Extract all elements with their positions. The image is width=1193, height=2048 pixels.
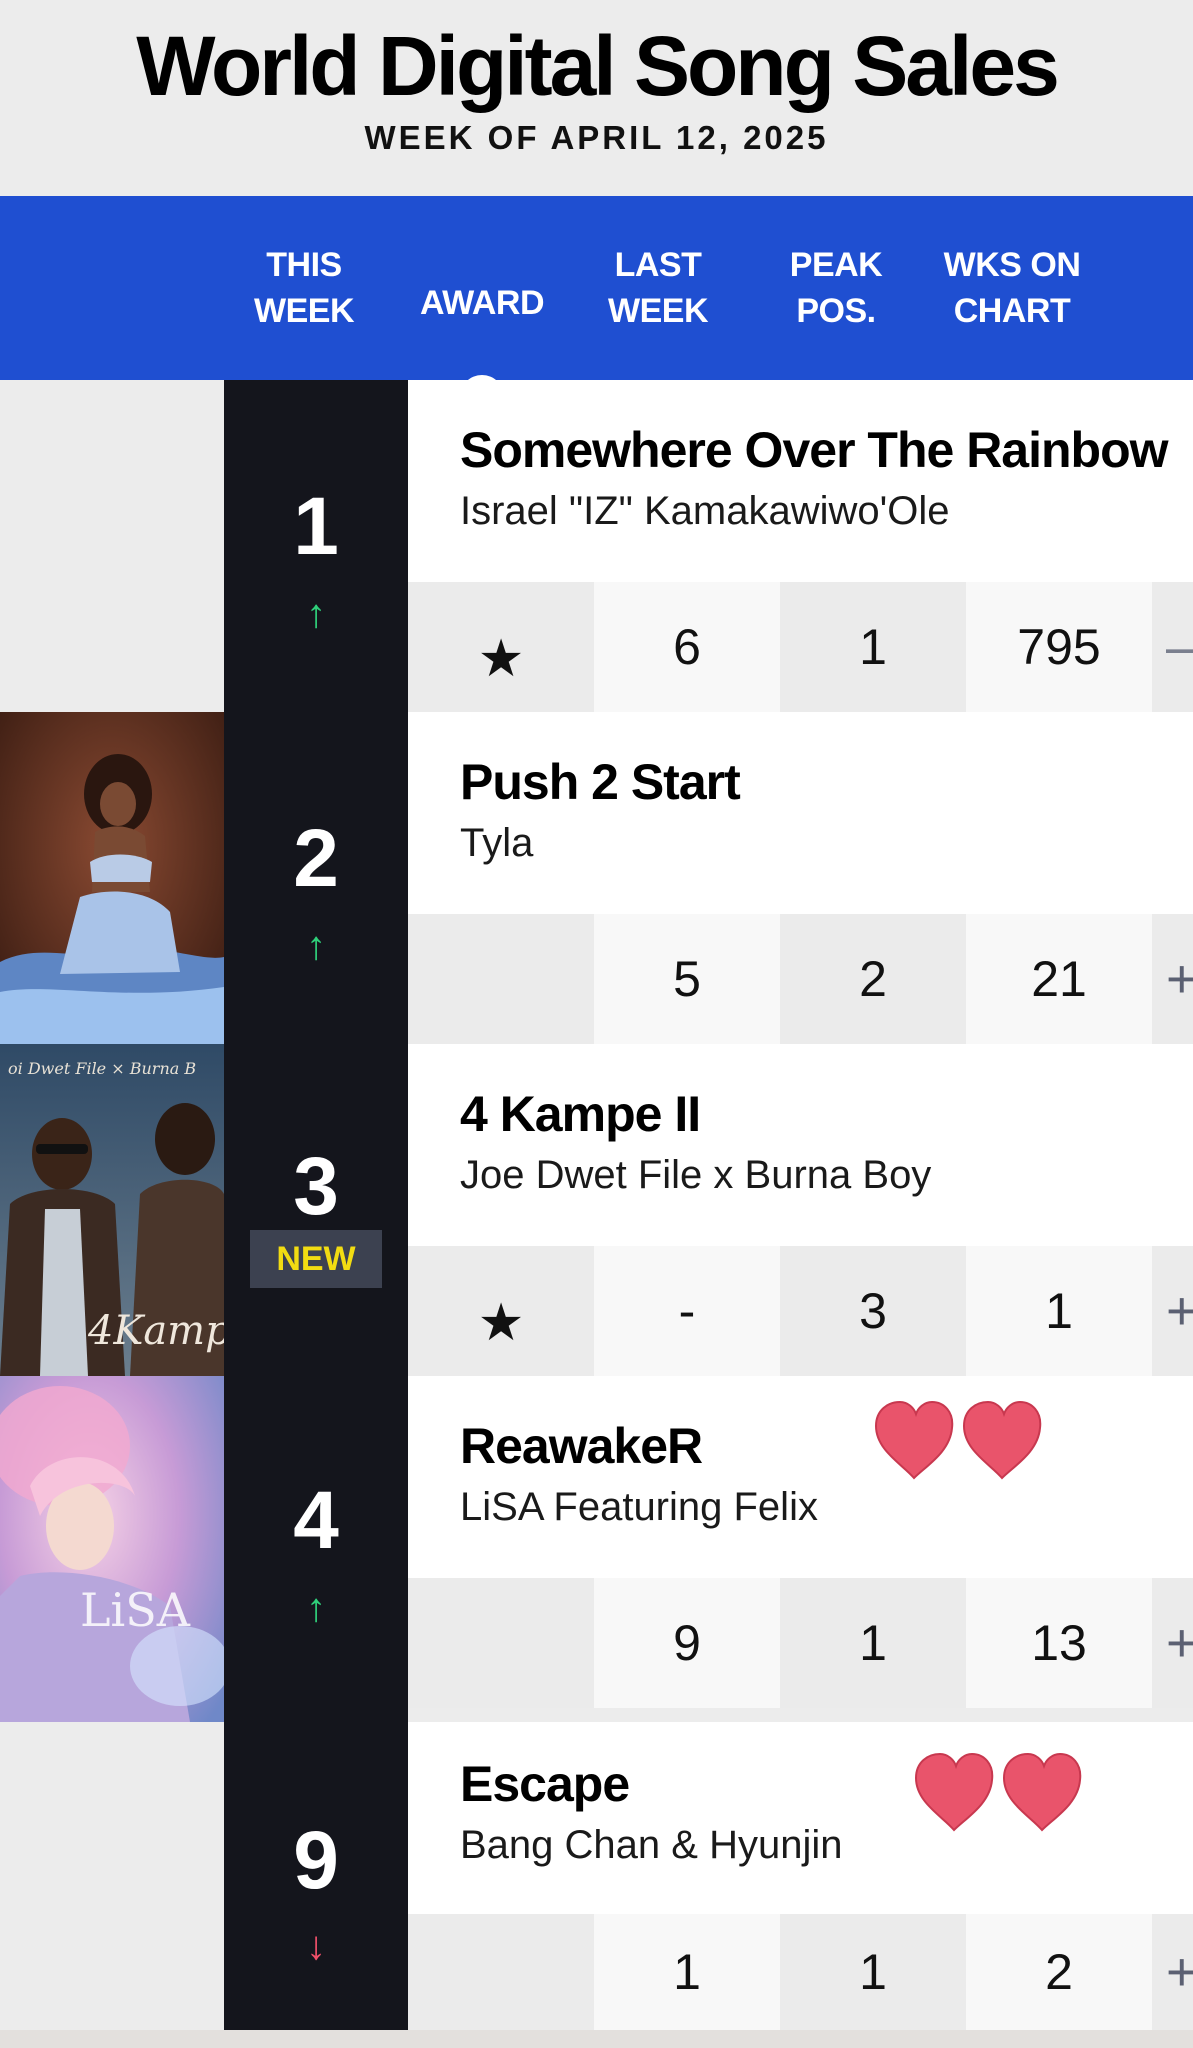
song-info[interactable]: ReawakeR LiSA Featuring Felix xyxy=(408,1376,1193,1578)
arrow-down-icon: ↓ xyxy=(306,1924,326,1968)
award-cell xyxy=(408,914,594,1044)
rank-number: 1 xyxy=(293,481,339,572)
album-art-placeholder xyxy=(0,1722,224,2030)
song-title[interactable]: ReawakeR xyxy=(460,1416,703,1476)
col-award-label: AWARD xyxy=(419,284,545,322)
song-info[interactable]: Push 2 Start Tyla xyxy=(408,712,1193,914)
rank-number: 4 xyxy=(293,1475,339,1566)
rank-number: 2 xyxy=(293,813,339,904)
star-icon: ★ xyxy=(477,630,525,688)
rank-column: 9 ↓ xyxy=(224,1722,408,2030)
chart-entry[interactable]: 9 ↓ Escape Bang Chan & Hyunjin 1 1 2 + xyxy=(0,1722,1193,2030)
song-info[interactable]: 4 Kampe II Joe Dwet File x Burna Boy xyxy=(408,1044,1193,1246)
rank-number: 3 xyxy=(293,1141,339,1232)
award-cell xyxy=(408,1914,594,2030)
chart-week: WEEK OF APRIL 12, 2025 xyxy=(364,119,829,156)
col-peak: PEAK POS. xyxy=(789,246,883,330)
chart-header: World Digital Song Sales WEEK OF APRIL 1… xyxy=(0,0,1193,196)
arrow-up-icon: ↑ xyxy=(306,592,326,636)
peak-value: 1 xyxy=(780,1914,966,2030)
chart-entry[interactable]: 2 ↑ Push 2 Start Tyla 5 2 21 + xyxy=(0,712,1193,1044)
stats-row: 5 2 21 + xyxy=(408,914,1193,1044)
song-title[interactable]: Escape xyxy=(460,1754,630,1814)
stats-row: ★ - 3 1 + xyxy=(408,1246,1193,1376)
weeks-value: 2 xyxy=(966,1914,1152,2030)
peak-value: 3 xyxy=(780,1246,966,1376)
song-title[interactable]: Somewhere Over The Rainbow xyxy=(460,420,1169,480)
bottom-divider xyxy=(0,2030,1193,2048)
col-last-week: LAST WEEK xyxy=(608,246,709,330)
song-artist[interactable]: LiSA Featuring Felix xyxy=(460,1482,818,1532)
col-weeks-on-chart: WKS ON CHART xyxy=(943,246,1081,330)
last-week-value: 5 xyxy=(594,914,780,1044)
stats-row: 1 1 2 + xyxy=(408,1914,1193,2030)
song-artist[interactable]: Israel "IZ" Kamakawiwo'Ole xyxy=(460,486,950,536)
peak-value: 2 xyxy=(780,914,966,1044)
song-artist[interactable]: Tyla xyxy=(460,818,533,868)
svg-text:4Kamp: 4Kamp xyxy=(87,1308,224,1354)
album-art: LiSA xyxy=(0,1376,224,1722)
song-title[interactable]: 4 Kampe II xyxy=(460,1084,701,1144)
col-this-week: THIS WEEK xyxy=(254,246,355,330)
expand-button[interactable]: + xyxy=(1152,914,1193,1044)
heart-icon xyxy=(874,1400,1042,1480)
star-icon: ★ xyxy=(477,1294,525,1352)
arrow-up-icon: ↑ xyxy=(306,924,326,968)
weeks-value: 795 xyxy=(966,582,1152,712)
stats-row: 9 1 13 + xyxy=(408,1578,1193,1708)
chart-entry[interactable]: LiSA 4 ↑ ReawakeR LiSA Featuring Felix 9… xyxy=(0,1376,1193,1722)
song-info[interactable]: Escape Bang Chan & Hyunjin xyxy=(408,1722,1193,1914)
chart-entry[interactable]: oi Dwet File × Burna B 4Kamp 3 NEW 4 Kam… xyxy=(0,1044,1193,1376)
album-art-image: oi Dwet File × Burna B 4Kamp xyxy=(0,1044,224,1376)
expand-button[interactable]: + xyxy=(1152,1914,1193,2030)
new-badge: NEW xyxy=(250,1230,382,1288)
rank-column: 1 ↑ xyxy=(224,380,408,712)
last-week-value: 9 xyxy=(594,1578,780,1708)
album-art: oi Dwet File × Burna B 4Kamp xyxy=(0,1044,224,1376)
weeks-value: 13 xyxy=(966,1578,1152,1708)
stats-row: ★ 6 1 795 – xyxy=(408,582,1193,712)
rank-column: 3 NEW xyxy=(224,1044,408,1376)
song-info[interactable]: Somewhere Over The Rainbow Israel "IZ" K… xyxy=(408,380,1193,582)
rank-column: 4 ↑ xyxy=(224,1376,408,1722)
weeks-value: 1 xyxy=(966,1246,1152,1376)
album-art-image: LiSA xyxy=(0,1376,224,1722)
column-header-bar: THIS WEEK AWARD i LAST WEEK PEAK POS. WK… xyxy=(0,196,1193,419)
album-art xyxy=(0,712,224,1044)
award-cell: ★ xyxy=(408,582,594,712)
song-title[interactable]: Push 2 Start xyxy=(460,752,741,812)
song-artist[interactable]: Joe Dwet File x Burna Boy xyxy=(460,1150,931,1200)
svg-text:oi Dwet File × Burna B: oi Dwet File × Burna B xyxy=(8,1059,196,1078)
song-artist[interactable]: Bang Chan & Hyunjin xyxy=(460,1820,842,1870)
last-week-value: 6 xyxy=(594,582,780,712)
expand-button[interactable]: – xyxy=(1152,582,1193,712)
album-art-placeholder xyxy=(0,380,224,712)
peak-value: 1 xyxy=(780,1578,966,1708)
award-cell: ★ xyxy=(408,1246,594,1376)
arrow-up-icon: ↑ xyxy=(306,1586,326,1630)
last-week-value: - xyxy=(594,1246,780,1376)
expand-button[interactable]: + xyxy=(1152,1578,1193,1708)
peak-value: 1 xyxy=(780,582,966,712)
album-art-image xyxy=(0,712,224,1044)
weeks-value: 21 xyxy=(966,914,1152,1044)
rank-number: 9 xyxy=(293,1815,339,1906)
expand-button[interactable]: + xyxy=(1152,1246,1193,1376)
heart-icon xyxy=(914,1752,1082,1832)
page-title: World Digital Song Sales xyxy=(136,19,1060,113)
chart-entry[interactable]: 1 ↑ Somewhere Over The Rainbow Israel "I… xyxy=(0,380,1193,712)
last-week-value: 1 xyxy=(594,1914,780,2030)
rank-column: 2 ↑ xyxy=(224,712,408,1044)
award-cell xyxy=(408,1578,594,1708)
